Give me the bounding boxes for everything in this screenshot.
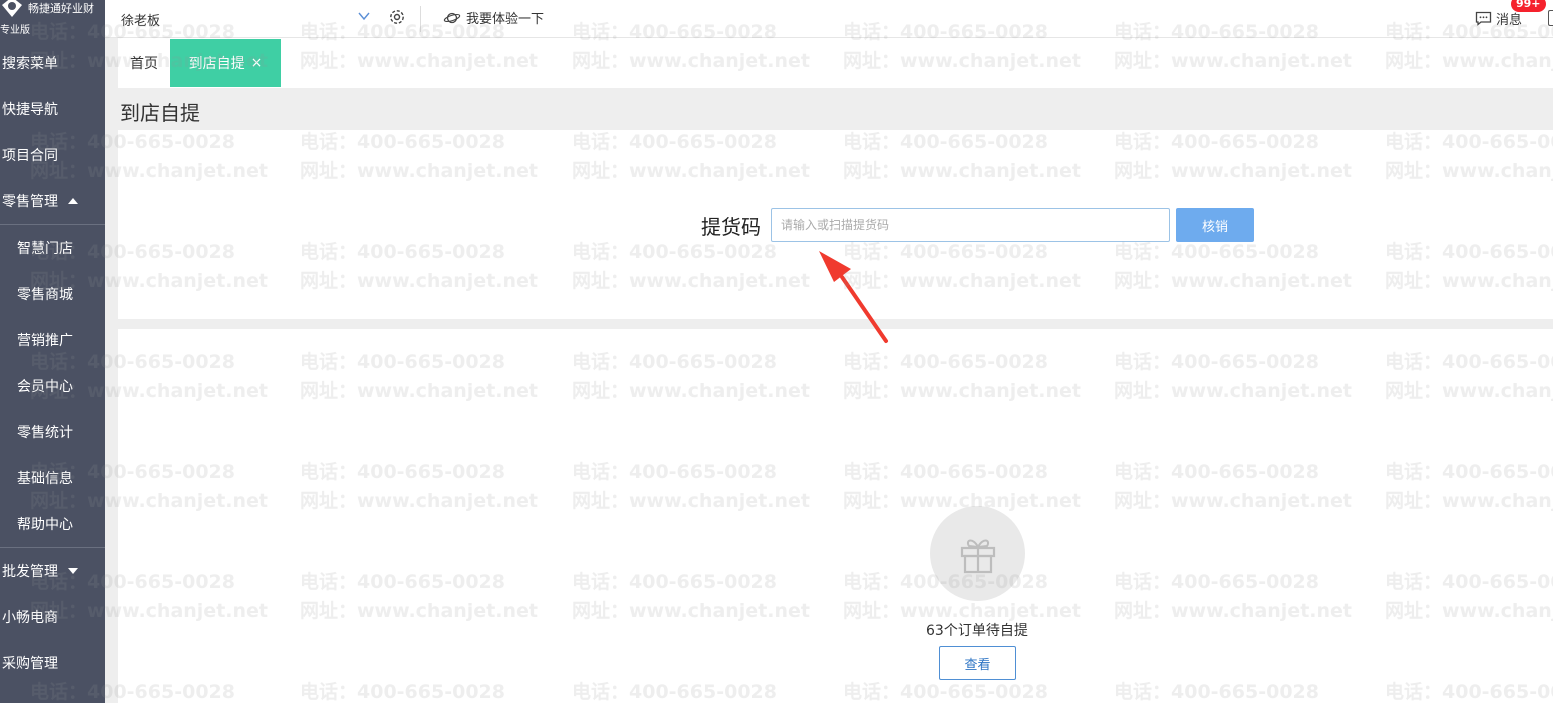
pending-orders-text: 63个订单待自提 bbox=[926, 623, 1028, 639]
verify-button[interactable]: 核销 bbox=[1176, 208, 1254, 242]
caret-up-icon bbox=[68, 198, 78, 204]
tab-store-pickup[interactable]: 到店自提 × bbox=[170, 39, 281, 87]
sidebar-item-retail-stats[interactable]: 零售统计 bbox=[0, 409, 105, 455]
sidebar-item-label: 零售管理 bbox=[2, 194, 58, 210]
sidebar-item-label: 智慧门店 bbox=[17, 241, 73, 257]
page-title-bar: 到店自提 bbox=[105, 88, 1553, 130]
annotation-arrow bbox=[819, 251, 888, 343]
sidebar-item-purchase[interactable]: 采购管理 bbox=[0, 640, 105, 686]
sidebar-item-label: 营销推广 bbox=[17, 333, 73, 349]
sidebar-item-label: 基础信息 bbox=[17, 471, 73, 487]
brand-edition: 专业版 bbox=[0, 25, 30, 36]
sidebar-item-label: 项目合同 bbox=[2, 148, 58, 164]
chevron-down-icon[interactable] bbox=[357, 9, 371, 23]
brand-name: 畅捷通好业财 bbox=[28, 2, 94, 15]
experience-label: 我要体验一下 bbox=[466, 12, 545, 27]
messages-button[interactable]: 消息 bbox=[1475, 9, 1522, 28]
brand: 畅捷通好业财 专业版 bbox=[0, 0, 105, 40]
sidebar-item-marketing[interactable]: 营销推广 bbox=[0, 317, 105, 363]
tenant-selector[interactable]: 徐老板 bbox=[121, 10, 160, 29]
top-bar: 徐老板 我要体验一下 消息 99+ bbox=[105, 0, 1553, 38]
sidebar-item-label: 帮助中心 bbox=[17, 517, 73, 533]
sidebar-item-help-center[interactable]: 帮助中心 bbox=[0, 501, 105, 547]
sidebar-item-label: 采购管理 bbox=[2, 656, 58, 672]
sidebar-item-smart-store[interactable]: 智慧门店 bbox=[0, 225, 105, 271]
caret-down-icon bbox=[68, 568, 78, 574]
sidebar-item-label: 小畅电商 bbox=[2, 610, 58, 626]
sidebar-item-retail-mall[interactable]: 零售商城 bbox=[0, 271, 105, 317]
view-button[interactable]: 查看 bbox=[939, 646, 1016, 680]
sidebar-item-quick-nav[interactable]: 快捷导航 bbox=[0, 86, 105, 132]
tab-label: 到店自提 bbox=[188, 56, 245, 72]
sidebar-item-label: 会员中心 bbox=[17, 379, 73, 395]
sidebar-item-label: 批发管理 bbox=[2, 564, 58, 580]
sidebar-item-member-center[interactable]: 会员中心 bbox=[0, 363, 105, 409]
gear-icon[interactable] bbox=[388, 8, 406, 26]
topbar-divider bbox=[420, 6, 421, 32]
sidebar: 畅捷通好业财 专业版 搜索菜单 快捷导航 项目合同 零售管理 智慧门店 零售商城… bbox=[0, 0, 105, 703]
close-icon[interactable]: × bbox=[251, 55, 263, 71]
page-title: 到店自提 bbox=[120, 101, 200, 125]
gift-icon bbox=[960, 539, 995, 573]
panel-toggle-icon[interactable] bbox=[1548, 10, 1553, 26]
planet-icon bbox=[443, 12, 461, 23]
experience-link[interactable]: 我要体验一下 bbox=[443, 8, 544, 27]
retail-submenu: 智慧门店 零售商城 营销推广 会员中心 零售统计 基础信息 帮助中心 bbox=[0, 224, 105, 548]
tab-home[interactable]: 首页 bbox=[118, 39, 170, 87]
pickup-code-input[interactable] bbox=[771, 208, 1170, 242]
brand-logo-icon bbox=[2, 0, 22, 17]
sidebar-item-ecommerce[interactable]: 小畅电商 bbox=[0, 594, 105, 640]
message-icon bbox=[1475, 11, 1492, 26]
sidebar-item-label: 零售商城 bbox=[17, 287, 73, 303]
sidebar-item-label: 快捷导航 bbox=[2, 102, 58, 118]
sidebar-item-project-contract[interactable]: 项目合同 bbox=[0, 132, 105, 178]
sidebar-item-wholesale[interactable]: 批发管理 bbox=[0, 548, 105, 594]
tab-bar: 首页 到店自提 × bbox=[118, 39, 1553, 87]
messages-badge: 99+ bbox=[1511, 0, 1546, 12]
pickup-code-label: 提货码 bbox=[701, 215, 761, 239]
sidebar-item-search-menu[interactable]: 搜索菜单 bbox=[0, 40, 105, 86]
sidebar-item-label: 搜索菜单 bbox=[2, 56, 58, 72]
empty-state-illustration bbox=[930, 506, 1025, 601]
sidebar-item-label: 零售统计 bbox=[17, 425, 73, 441]
sidebar-item-retail-management[interactable]: 零售管理 bbox=[0, 178, 105, 224]
sidebar-item-basic-info[interactable]: 基础信息 bbox=[0, 455, 105, 501]
